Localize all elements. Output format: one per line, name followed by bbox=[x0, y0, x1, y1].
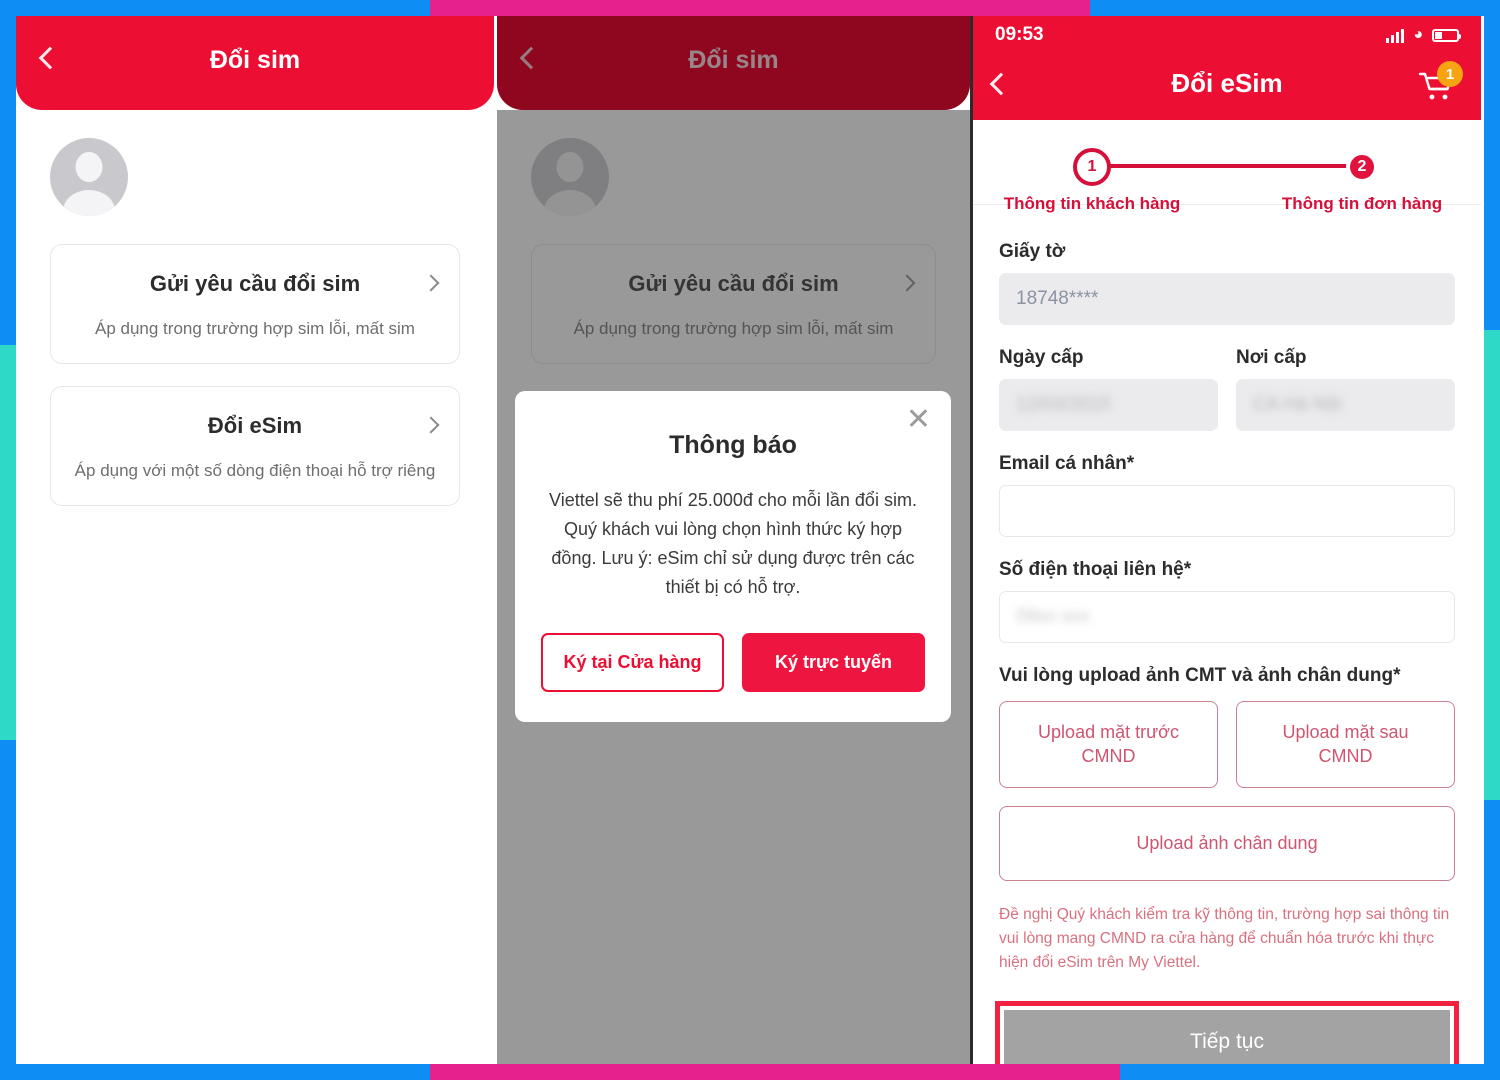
form-warning-note: Đề nghị Quý khách kiểm tra kỹ thông tin,… bbox=[999, 905, 1450, 971]
noi-cap-input[interactable]: CA Hà Nội bbox=[1236, 379, 1455, 431]
phone-label: Số điện thoại liên hệ* bbox=[999, 559, 1192, 580]
phone-screen-notification-dialog: Đổi sim Gửi yêu cầu đổi sim Áp dụng tron… bbox=[494, 16, 970, 1064]
appbar-doi-sim: Đổi sim bbox=[16, 16, 494, 110]
issue-info-row: Ngày cấp 12/03/2015 Nơi cấp CA Hà Nội bbox=[999, 347, 1455, 453]
card-doi-esim[interactable]: Đổi eSim Áp dụng với một số dòng điện th… bbox=[50, 386, 460, 506]
upload-front-cmnd-button[interactable]: Upload mặt trước CMND bbox=[999, 701, 1218, 788]
option-card-list: Gửi yêu cầu đổi sim Áp dụng trong trường… bbox=[497, 216, 970, 364]
page-title: Đổi eSim bbox=[1171, 68, 1283, 98]
phone-value: 09xx xxx bbox=[1016, 606, 1090, 627]
card-subtitle: Áp dụng với một số dòng điện thoại hỗ tr… bbox=[74, 461, 436, 480]
step-1-number: 1 bbox=[1073, 148, 1111, 186]
avatar-section bbox=[16, 110, 494, 216]
step-2-label: Thông tin đơn hàng bbox=[1281, 194, 1443, 213]
giay-to-input[interactable]: 18748**** bbox=[999, 273, 1455, 325]
upload-portrait-button[interactable]: Upload ảnh chân dung bbox=[999, 805, 1455, 881]
screenshot-stage: Đổi sim Gửi yêu cầu đổi sim Áp dụng tron… bbox=[16, 16, 1484, 1064]
ngay-cap-label: Ngày cấp bbox=[999, 347, 1084, 368]
avatar-placeholder-icon bbox=[50, 138, 128, 216]
notification-dialog: ✕ Thông báo Viettel sẽ thu phí 25.000đ c… bbox=[515, 391, 951, 722]
phone-screen-sim-options: Đổi sim Gửi yêu cầu đổi sim Áp dụng tron… bbox=[16, 16, 494, 1064]
dialog-title: Thông báo bbox=[669, 431, 797, 459]
avatar-section bbox=[497, 110, 970, 216]
noi-cap-label: Nơi cấp bbox=[1236, 347, 1307, 368]
phone-input[interactable]: 09xx xxx bbox=[999, 591, 1455, 643]
giay-to-label: Giấy tờ bbox=[999, 241, 1066, 262]
card-title: Đổi eSim bbox=[207, 413, 303, 438]
appbar-doi-sim: Đổi sim bbox=[497, 16, 970, 110]
upload-back-cmnd-button[interactable]: Upload mặt sau CMND bbox=[1236, 701, 1455, 788]
step-1[interactable]: 1 Thông tin khách hàng bbox=[1004, 148, 1180, 213]
page-title: Đổi sim bbox=[688, 46, 779, 74]
continue-button[interactable]: Tiếp tục bbox=[1004, 1009, 1450, 1064]
battery-low-icon bbox=[1432, 28, 1461, 42]
email-input[interactable] bbox=[999, 485, 1455, 537]
step-2-number: 2 bbox=[1346, 151, 1378, 183]
ngay-cap-input[interactable]: 12/03/2015 bbox=[999, 379, 1218, 431]
dialog-actions: Ký tại Cửa hàng Ký trực tuyến bbox=[541, 632, 925, 692]
step-1-label: Thông tin khách hàng bbox=[1003, 194, 1181, 213]
card-title: Gửi yêu cầu đổi sim bbox=[149, 271, 361, 296]
appbar-doi-esim: Đổi eSim 1 bbox=[973, 54, 1481, 120]
status-bar: 09:53 ◕ bbox=[973, 16, 1481, 54]
signal-bars-icon bbox=[1386, 28, 1405, 43]
cart-badge-count: 1 bbox=[1437, 61, 1463, 87]
upload-front-line1: Upload mặt trước bbox=[1038, 722, 1179, 742]
phone-screen-esim-form: 09:53 ◕ Đổi eSim 1 1 Thông tin khách hàn… bbox=[970, 16, 1481, 1064]
frame-accent-top bbox=[430, 0, 1090, 16]
giay-to-value: 18748**** bbox=[1016, 288, 1099, 309]
card-gui-yeu-cau-doi-sim[interactable]: Gửi yêu cầu đổi sim Áp dụng trong trường… bbox=[531, 244, 936, 364]
wifi-icon: ◕ bbox=[1413, 26, 1423, 43]
decorative-frame: Đổi sim Gửi yêu cầu đổi sim Áp dụng tron… bbox=[0, 0, 1500, 1080]
page-title: Đổi sim bbox=[209, 46, 301, 74]
upload-section-label: Vui lòng upload ảnh CMT và ảnh chân dung… bbox=[999, 665, 1401, 686]
noi-cap-value: CA Hà Nội bbox=[1253, 394, 1342, 415]
close-icon[interactable]: ✕ bbox=[906, 405, 931, 435]
card-subtitle: Áp dụng trong trường hợp sim lỗi, mất si… bbox=[95, 319, 415, 338]
card-gui-yeu-cau-doi-sim[interactable]: Gửi yêu cầu đổi sim Áp dụng trong trường… bbox=[50, 244, 460, 364]
upload-id-buttons: Upload mặt trước CMND Upload mặt sau CMN… bbox=[999, 701, 1455, 788]
upload-front-line2: CMND bbox=[1081, 746, 1136, 767]
customer-info-form: Giấy tờ 18748**** Ngày cấp 12/03/2015 Nơ… bbox=[973, 205, 1481, 1064]
frame-accent-bottom bbox=[430, 1062, 1120, 1080]
ngay-cap-value: 12/03/2015 bbox=[1016, 394, 1112, 415]
email-label: Email cá nhân* bbox=[999, 453, 1135, 474]
shopping-cart-icon[interactable]: 1 bbox=[1417, 61, 1463, 102]
card-subtitle: Áp dụng trong trường hợp sim lỗi, mất si… bbox=[573, 319, 894, 338]
avatar-placeholder-icon bbox=[531, 138, 609, 216]
step-indicator: 1 Thông tin khách hàng 2 Thông tin đơn h… bbox=[973, 120, 1481, 213]
status-time: 09:53 bbox=[995, 24, 1044, 45]
sign-at-store-button[interactable]: Ký tại Cửa hàng bbox=[541, 632, 724, 692]
option-card-list: Gửi yêu cầu đổi sim Áp dụng trong trường… bbox=[16, 216, 494, 506]
upload-back-line2: CMND bbox=[1318, 746, 1373, 767]
upload-back-line1: Upload mặt sau bbox=[1282, 722, 1409, 742]
card-title: Gửi yêu cầu đổi sim bbox=[628, 271, 839, 296]
sign-online-button[interactable]: Ký trực tuyến bbox=[742, 632, 925, 692]
step-2[interactable]: 2 Thông tin đơn hàng bbox=[1282, 148, 1442, 213]
frame-accent-right bbox=[1482, 330, 1500, 800]
cta-highlight-annotation: Tiếp tục bbox=[995, 1000, 1459, 1064]
email-value bbox=[1016, 500, 1037, 522]
dialog-message: Viettel sẽ thu phí 25.000đ cho mỗi lần đ… bbox=[549, 490, 917, 598]
status-icon-group: ◕ bbox=[1386, 26, 1461, 43]
